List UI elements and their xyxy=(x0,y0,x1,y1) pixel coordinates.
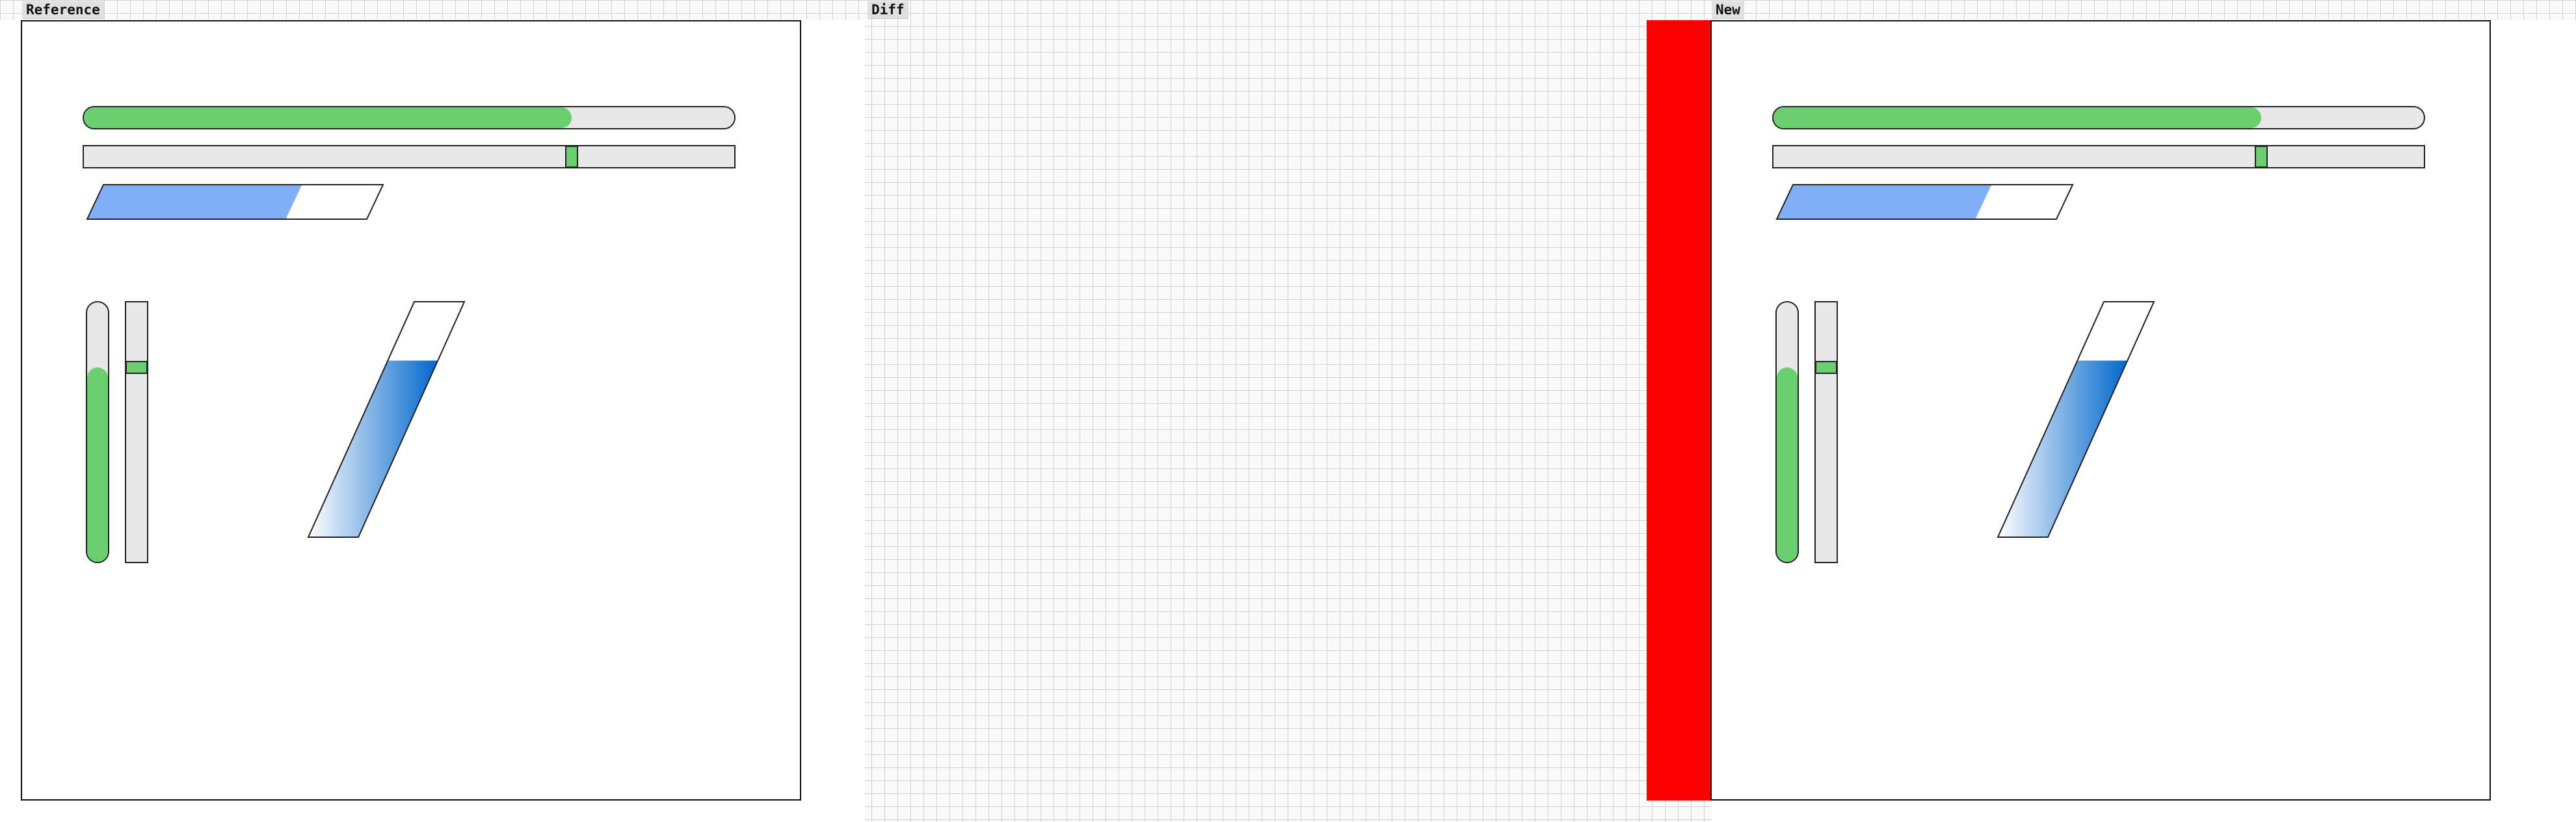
new-horizontal-progress xyxy=(1772,106,2425,129)
new-horizontal-progress-fill xyxy=(1773,107,2261,128)
new-vertical-slider-thumb[interactable] xyxy=(1815,360,1837,374)
reference-label: Reference xyxy=(22,1,104,19)
new-skewed-progress xyxy=(1775,184,2086,220)
new-horizontal-slider-thumb[interactable] xyxy=(2255,146,2268,168)
new-vertical-progress-fill xyxy=(1777,367,1798,562)
reference-skewed-progress-fill xyxy=(87,185,302,219)
reference-skewed-vertical-fill xyxy=(308,360,438,537)
new-skewed-vertical-fill xyxy=(1998,360,2128,537)
reference-horizontal-slider-thumb[interactable] xyxy=(565,146,578,168)
reference-skewed-progress xyxy=(86,184,396,220)
new-skewed-vertical-progress xyxy=(1997,301,2180,542)
reference-vertical-slider[interactable] xyxy=(125,301,148,563)
new-label: New xyxy=(1712,1,1744,19)
new-frame xyxy=(1710,20,2491,801)
reference-frame xyxy=(21,20,801,801)
reference-horizontal-progress xyxy=(83,106,736,129)
reference-horizontal-slider[interactable] xyxy=(83,145,736,168)
new-vertical-slider[interactable] xyxy=(1814,301,1838,563)
new-skewed-progress-fill xyxy=(1777,185,1992,219)
reference-vertical-slider-thumb[interactable] xyxy=(126,360,148,374)
reference-vertical-progress-fill xyxy=(87,367,108,562)
new-horizontal-slider[interactable] xyxy=(1772,145,2425,168)
diff-label: Diff xyxy=(868,1,909,19)
diff-panel xyxy=(865,20,1645,800)
reference-horizontal-progress-fill xyxy=(84,107,572,128)
diff-highlight-bar xyxy=(1647,20,1712,801)
new-vertical-progress xyxy=(1775,301,1799,563)
reference-vertical-progress xyxy=(86,301,109,563)
reference-skewed-vertical-progress xyxy=(307,301,490,542)
